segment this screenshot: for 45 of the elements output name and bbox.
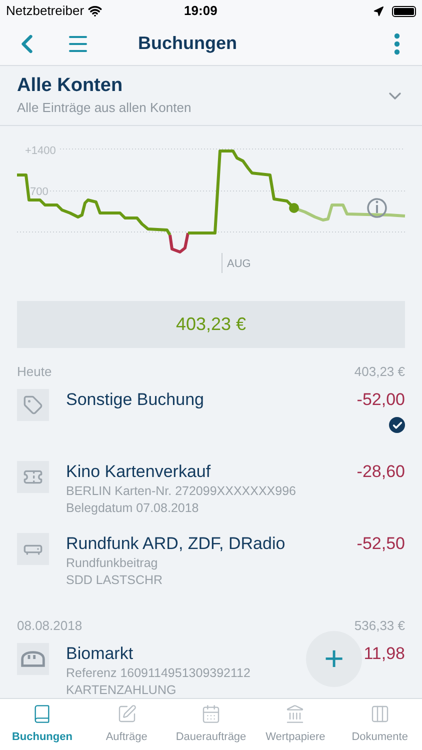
transaction-title: Biomarkt: [66, 643, 134, 665]
date-header: Heute: [17, 363, 52, 382]
day-total: 403,23 €: [354, 363, 405, 382]
transaction-detail: KARTENZAHLUNG: [66, 682, 176, 699]
pencil-square-icon[interactable]: [116, 704, 137, 724]
transaction-title: Kino Kartenverkauf: [66, 461, 211, 483]
clock: 19:09: [184, 2, 218, 20]
tab-item[interactable]: Daueraufträge: [168, 699, 254, 750]
transaction-amount: 11,98: [364, 643, 405, 665]
calendar-icon[interactable]: [201, 704, 222, 724]
axis-label: 700: [30, 186, 48, 198]
account-subtitle: Alle Einträge aus allen Konten: [17, 98, 192, 117]
transaction-amount: -28,60: [356, 461, 405, 483]
tab-item[interactable]: Wertpapiere: [253, 699, 338, 750]
bank-icon[interactable]: [285, 704, 306, 724]
transaction-amount: -52,00: [356, 389, 405, 411]
tab-item[interactable]: Aufträge: [84, 699, 169, 750]
account-title: Alle Konten: [17, 74, 124, 98]
transaction-detail: Referenz 1609114951309392112: [66, 665, 250, 682]
balance-box: 403,23 €: [17, 301, 405, 348]
carrier-name: Netzbetreiber: [6, 2, 84, 20]
transaction-detail: SDD LASTSCHR: [66, 572, 163, 589]
page-title: Buchungen: [138, 32, 237, 55]
battery-icon: [392, 6, 416, 16]
transaction-amount: -52,50: [356, 533, 405, 555]
current-point: [289, 203, 299, 213]
binders-icon[interactable]: [370, 704, 390, 724]
more-icon: [394, 32, 400, 54]
book-icon[interactable]: [32, 704, 52, 724]
transaction-detail: BERLIN Karten-Nr. 272099XXXXXXX996: [66, 483, 296, 500]
transaction-title: Rundfunk ARD, ZDF, DRadio: [66, 533, 286, 555]
axis-label: +1400: [25, 145, 56, 157]
transaction-detail: Belegdatum 07.08.2018: [66, 500, 199, 517]
info-icon[interactable]: [367, 198, 387, 218]
add-button[interactable]: +: [306, 631, 362, 687]
date-header: 08.08.2018: [17, 617, 82, 636]
transaction-title: Sonstige Buchung: [66, 389, 204, 411]
location-icon: [373, 6, 384, 16]
tab-item[interactable]: Dokumente: [338, 699, 422, 750]
tab-item[interactable]: Buchungen: [0, 699, 84, 750]
month-label: AUG: [227, 258, 251, 270]
account-selector[interactable]: Alle Konten Alle Einträge aus allen Konten: [0, 66, 422, 126]
tag-icon: [23, 395, 43, 415]
wifi-icon: [88, 4, 102, 18]
transaction-detail: Rundfunkbeitrag: [66, 555, 158, 572]
